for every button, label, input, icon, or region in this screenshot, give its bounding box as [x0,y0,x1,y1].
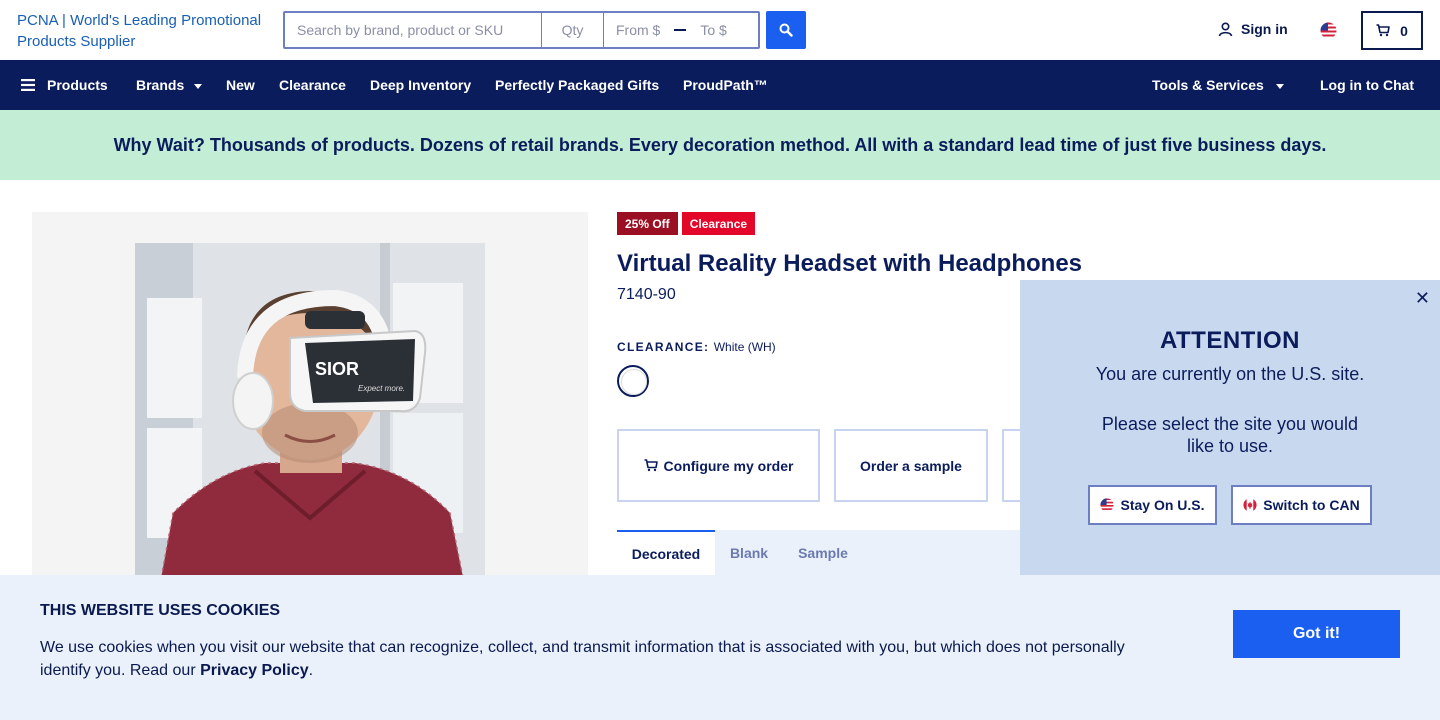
tab-decorated[interactable]: Decorated [617,530,715,575]
color-value: White (WH) [713,340,776,354]
cookie-accept-button[interactable]: Got it! [1233,610,1400,658]
product-title: Virtual Reality Headset with Headphones [617,250,1083,277]
order-sample-label: Order a sample [860,457,962,474]
product-photo[interactable]: SIOR Expect more. [135,243,485,612]
order-sample-button[interactable]: Order a sample [834,429,988,502]
us-flag-icon [1320,22,1337,39]
cookie-text: We use cookies when you visit our websit… [40,636,1150,682]
us-flag-icon [1100,498,1115,512]
nav-deep-inventory[interactable]: Deep Inventory [370,60,471,110]
popup-heading: ATTENTION [1159,327,1301,354]
nav-tools-services[interactable]: Tools & Services [1152,60,1284,110]
country-selector[interactable] [1320,22,1337,44]
search-button[interactable] [766,11,806,49]
headset-tagline-text: Expect more. [358,384,405,393]
color-label-prefix: CLEARANCE: [617,340,710,354]
cookie-text-end: . [308,662,314,679]
price-range: From $ To $ [604,13,758,47]
promo-banner-text: Why Wait? Thousands of products. Dozens … [113,134,1327,155]
popup-message-select-site: Please select the site you would like to… [1101,414,1359,456]
sign-in-label: Sign in [1241,21,1288,37]
nav-products-label: Products [47,77,108,93]
nav-clearance-label: Clearance [279,77,346,93]
top-header: PCNA | World's Leading Promotional Produ… [0,0,1440,60]
nav-clearance[interactable]: Clearance [279,60,346,110]
canada-flag-icon [1243,498,1257,512]
nav-gifts-label: Perfectly Packaged Gifts [495,77,660,93]
close-icon[interactable]: ✕ [1415,288,1430,309]
nav-proudpath-label: ProudPath™ [683,77,768,93]
search-icon [779,23,793,37]
cart-icon [644,459,658,472]
nav-brands-label: Brands [136,77,185,93]
chevron-down-icon [194,83,203,89]
headset-brand-text: SIOR [315,359,359,379]
clearance-badge: Clearance [681,212,756,235]
color-label: CLEARANCE: White (WH) [617,340,776,354]
price-range-dash [674,29,687,31]
cart-count: 0 [1400,22,1408,39]
configure-order-label: Configure my order [663,457,794,474]
nav-deep-inventory-label: Deep Inventory [370,77,472,93]
user-icon [1218,21,1233,36]
search-placeholder: Search by brand, product or SKU [297,22,504,38]
main-nav: Products Brands New Clearance Deep Inven… [0,60,1440,110]
search-group: Search by brand, product or SKU Qty From… [283,11,760,49]
nav-chat-label: Log in to Chat [1320,77,1415,93]
site-logo[interactable]: PCNA | World's Leading Promotional Produ… [17,10,272,52]
cart-icon [1376,24,1390,37]
price-from-input[interactable]: From $ [616,22,660,38]
privacy-policy-link[interactable]: Privacy Policy [200,662,309,679]
popup-message-current-site: You are currently on the U.S. site. [1095,364,1365,384]
promo-banner: Why Wait? Thousands of products. Dozens … [0,110,1440,180]
nav-chat-login[interactable]: Log in to Chat [1320,60,1414,110]
site-selector-popup: ✕ ATTENTION You are currently on the U.S… [1020,280,1440,575]
price-to-input[interactable]: To $ [700,22,726,38]
cookie-consent-bar: THIS WEBSITE USES COOKIES We use cookies… [0,575,1440,720]
stay-on-us-button[interactable]: Stay On U.S. [1088,485,1217,525]
cookie-title: THIS WEBSITE USES COOKIES [40,602,281,619]
sign-in-link[interactable]: Sign in [1218,21,1288,37]
discount-badge: 25% Off [617,212,678,235]
nav-new[interactable]: New [226,60,255,110]
stay-on-us-label: Stay On U.S. [1120,497,1205,513]
nav-gifts[interactable]: Perfectly Packaged Gifts [495,60,659,110]
switch-to-can-label: Switch to CAN [1263,497,1360,513]
tab-sample[interactable]: Sample [783,530,863,575]
product-badges: 25% Off Clearance [617,212,756,235]
menu-icon [21,79,35,91]
nav-tools-label: Tools & Services [1152,77,1264,93]
cart-button[interactable]: 0 [1361,11,1423,50]
logo-alt-text: PCNA | World's Leading Promotional Produ… [17,12,262,50]
chevron-down-icon [1275,83,1284,89]
configure-order-button[interactable]: Configure my order [617,429,820,502]
tab-blank[interactable]: Blank [715,530,783,575]
search-input[interactable]: Search by brand, product or SKU [285,13,542,47]
product-image-panel: SIOR Expect more. [32,212,588,612]
product-sku: 7140-90 [617,286,676,303]
qty-input[interactable]: Qty [542,13,604,47]
nav-proudpath[interactable]: ProudPath™ [683,60,768,110]
switch-to-can-button[interactable]: Switch to CAN [1231,485,1372,525]
color-swatch-white[interactable] [617,365,649,397]
nav-new-label: New [226,77,255,93]
nav-brands[interactable]: Brands [136,60,203,110]
qty-placeholder: Qty [561,22,584,38]
nav-products[interactable]: Products [21,60,108,110]
